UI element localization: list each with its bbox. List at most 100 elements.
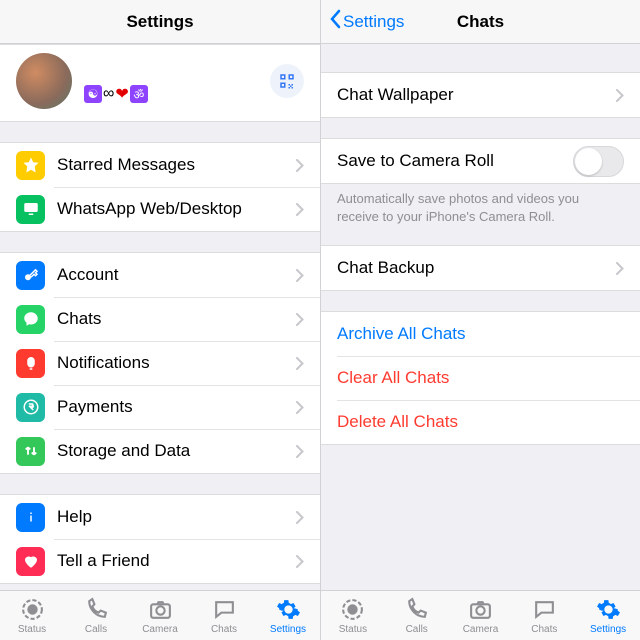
row-payments[interactable]: Payments: [0, 385, 320, 429]
label: Delete All Chats: [337, 412, 624, 432]
qr-code-button[interactable]: [270, 64, 304, 98]
row-storage-data[interactable]: Storage and Data: [0, 429, 320, 473]
page-title: Settings: [126, 12, 193, 32]
row-account[interactable]: Account: [0, 253, 320, 297]
profile-status: ☯ ∞ ❤ ॐ: [84, 84, 148, 104]
chevron-right-icon: [296, 269, 304, 282]
tab-label: Status: [18, 624, 46, 635]
camera-icon: [148, 597, 173, 622]
row-whatsapp-web[interactable]: WhatsApp Web/Desktop: [0, 187, 320, 231]
tab-label: Settings: [590, 624, 626, 635]
tab-label: Status: [339, 624, 367, 635]
tab-camera[interactable]: Camera: [128, 591, 192, 640]
emoji-om-icon: ॐ: [130, 85, 148, 103]
row-save-camera-roll[interactable]: Save to Camera Roll: [321, 139, 640, 183]
group-chat-actions: Archive All Chats Clear All Chats Delete…: [321, 311, 640, 445]
rupee-icon: [16, 393, 45, 422]
emoji-heart-icon: ❤: [115, 84, 128, 104]
group-wallpaper: Chat Wallpaper: [321, 72, 640, 118]
profile-row[interactable]: ☯ ∞ ❤ ॐ: [0, 44, 320, 122]
tab-settings[interactable]: Settings: [576, 591, 640, 640]
chevron-right-icon: [296, 555, 304, 568]
toggle-save-camera-roll[interactable]: [573, 146, 624, 177]
avatar: [16, 53, 72, 109]
tabbar: Status Calls Camera Chats Settings: [321, 590, 640, 640]
star-icon: [16, 151, 45, 180]
row-delete-all-chats[interactable]: Delete All Chats: [321, 400, 640, 444]
header: Settings Chats: [321, 0, 640, 44]
settings-pane: Settings ☯ ∞ ❤ ॐ Starred Messages: [0, 0, 320, 640]
status-icon: [20, 597, 45, 622]
group-help: Help Tell a Friend: [0, 494, 320, 584]
desktop-icon: [16, 195, 45, 224]
tabbar: Status Calls Camera Chats Settings: [0, 590, 320, 640]
note-save-camera-roll: Automatically save photos and videos you…: [321, 184, 640, 225]
row-chats[interactable]: Chats: [0, 297, 320, 341]
back-button[interactable]: Settings: [329, 9, 404, 34]
chevron-right-icon: [616, 262, 624, 275]
camera-icon: [468, 597, 493, 622]
profile-name: [84, 58, 148, 80]
label: Notifications: [57, 353, 296, 373]
tab-label: Calls: [85, 624, 107, 635]
page-title: Chats: [457, 12, 504, 32]
chevron-right-icon: [616, 89, 624, 102]
tab-label: Camera: [463, 624, 499, 635]
chevron-right-icon: [296, 445, 304, 458]
tab-camera[interactable]: Camera: [449, 591, 513, 640]
label: Chat Backup: [337, 258, 616, 278]
label: Tell a Friend: [57, 551, 296, 571]
tab-chats[interactable]: Chats: [192, 591, 256, 640]
key-icon: [16, 261, 45, 290]
label: Chats: [57, 309, 296, 329]
tab-calls[interactable]: Calls: [64, 591, 128, 640]
label: Chat Wallpaper: [337, 85, 616, 105]
tab-label: Settings: [270, 624, 306, 635]
row-tell-a-friend[interactable]: Tell a Friend: [0, 539, 320, 583]
bell-icon: [16, 349, 45, 378]
tab-status[interactable]: Status: [321, 591, 385, 640]
group-backup: Chat Backup: [321, 245, 640, 291]
gear-icon: [276, 597, 301, 622]
heart-icon: [16, 547, 45, 576]
group-save-camera-roll: Save to Camera Roll: [321, 138, 640, 184]
group-starred-web: Starred Messages WhatsApp Web/Desktop: [0, 142, 320, 232]
tab-label: Chats: [531, 624, 557, 635]
emoji-infinity-icon: ∞: [103, 85, 114, 103]
row-chat-wallpaper[interactable]: Chat Wallpaper: [321, 73, 640, 117]
chat-bubble-icon: [16, 305, 45, 334]
group-main-settings: Account Chats Notifications Payments Sto: [0, 252, 320, 474]
label: Clear All Chats: [337, 368, 624, 388]
label: Account: [57, 265, 296, 285]
label: Payments: [57, 397, 296, 417]
tab-label: Chats: [211, 624, 237, 635]
tab-calls[interactable]: Calls: [385, 591, 449, 640]
gear-icon: [596, 597, 621, 622]
tab-label: Camera: [142, 624, 178, 635]
label: Save to Camera Roll: [337, 151, 573, 171]
row-starred-messages[interactable]: Starred Messages: [0, 143, 320, 187]
chevron-right-icon: [296, 401, 304, 414]
label: Help: [57, 507, 296, 527]
tab-settings[interactable]: Settings: [256, 591, 320, 640]
row-chat-backup[interactable]: Chat Backup: [321, 246, 640, 290]
tab-chats[interactable]: Chats: [512, 591, 576, 640]
emoji-yin-yang-icon: ☯: [84, 85, 102, 103]
row-archive-all-chats[interactable]: Archive All Chats: [321, 312, 640, 356]
row-clear-all-chats[interactable]: Clear All Chats: [321, 356, 640, 400]
row-help[interactable]: Help: [0, 495, 320, 539]
tab-status[interactable]: Status: [0, 591, 64, 640]
chevron-right-icon: [296, 159, 304, 172]
data-arrows-icon: [16, 437, 45, 466]
chevron-right-icon: [296, 313, 304, 326]
profile-text: ☯ ∞ ❤ ॐ: [84, 58, 148, 104]
row-notifications[interactable]: Notifications: [0, 341, 320, 385]
label: Starred Messages: [57, 155, 296, 175]
chats-icon: [532, 597, 557, 622]
chats-pane: Settings Chats Chat Wallpaper Save to Ca…: [320, 0, 640, 640]
qr-code-icon: [278, 72, 296, 90]
label: Storage and Data: [57, 441, 296, 461]
chevron-right-icon: [296, 203, 304, 216]
phone-icon: [404, 597, 429, 622]
header: Settings: [0, 0, 320, 44]
